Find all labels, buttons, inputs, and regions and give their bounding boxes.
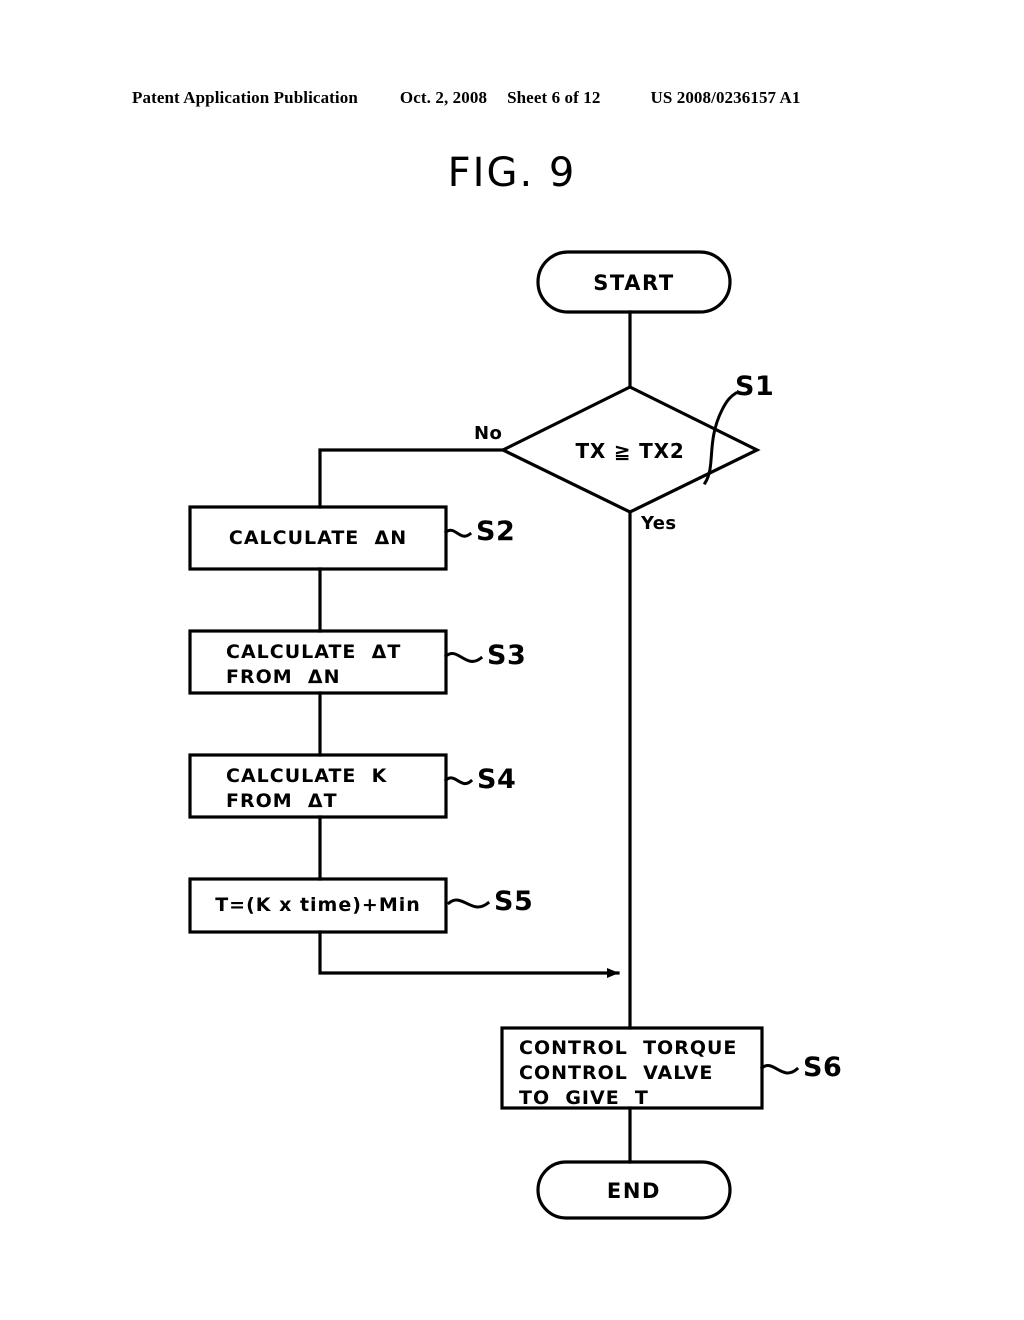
- branch-label-yes: Yes: [641, 513, 677, 534]
- step-s5-line1: T=(K x time)+Min: [215, 894, 421, 916]
- step-s4-line1: CALCULATE K: [226, 765, 388, 787]
- step-ref-s6: S6: [803, 1052, 843, 1083]
- step-s6-line1: CONTROL TORQUE: [519, 1037, 738, 1059]
- step-s3-line2: FROM ΔN: [226, 666, 341, 688]
- connector-no-branch: [318, 448, 505, 509]
- start-node-label: START: [593, 271, 675, 295]
- step-s2-line1: CALCULATE ΔN: [228, 527, 408, 549]
- leader-s2: [443, 528, 473, 538]
- step-ref-s1: S1: [735, 371, 775, 402]
- step-ref-s5: S5: [494, 886, 534, 917]
- connector-s5-to-merge: [318, 930, 620, 978]
- step-s4-line2: FROM ΔT: [226, 790, 338, 812]
- decision-node-label: TX ≧ TX2: [575, 439, 685, 463]
- step-ref-s4: S4: [477, 764, 517, 795]
- leader-s6: [759, 1064, 800, 1075]
- step-ref-s3: S3: [487, 640, 527, 671]
- step-s6-line2: CONTROL VALVE: [519, 1062, 714, 1084]
- end-node-label: END: [606, 1179, 662, 1203]
- step-s6-line3: TO GIVE T: [519, 1087, 649, 1109]
- step-ref-s2: S2: [476, 516, 516, 547]
- branch-label-no: No: [474, 423, 503, 444]
- step-s3-line1: CALCULATE ΔT: [226, 641, 402, 663]
- leader-s5: [446, 898, 491, 909]
